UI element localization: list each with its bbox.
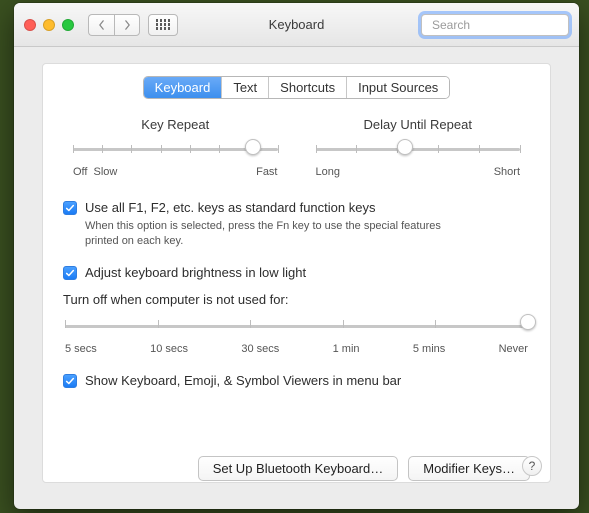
close-window-button[interactable]: [24, 19, 36, 31]
turnoff-5mins: 5 mins: [413, 343, 445, 355]
fn-keys-row: Use all F1, F2, etc. keys as standard fu…: [63, 200, 530, 215]
delay-short-label: Short: [494, 166, 520, 178]
delay-repeat-block: Delay Until Repeat Long Short: [316, 117, 521, 178]
nav-buttons: [88, 14, 140, 36]
tabs-row: Keyboard Text Shortcuts Input Sources: [63, 76, 530, 99]
search-input[interactable]: [432, 18, 579, 32]
keyboard-panel: Keyboard Text Shortcuts Input Sources Ke…: [42, 63, 551, 483]
turnoff-title: Turn off when computer is not used for:: [63, 292, 530, 307]
turnoff-1min: 1 min: [333, 343, 360, 355]
show-viewers-checkbox[interactable]: [63, 374, 77, 388]
forward-button[interactable]: [114, 14, 140, 36]
key-repeat-slider[interactable]: [73, 140, 278, 164]
fn-keys-label: Use all F1, F2, etc. keys as standard fu…: [85, 200, 375, 215]
turnoff-slider[interactable]: [65, 315, 528, 339]
chevron-left-icon: [98, 20, 105, 30]
tab-input-sources[interactable]: Input Sources: [347, 77, 449, 98]
chevron-right-icon: [124, 20, 131, 30]
fn-keys-checkbox[interactable]: [63, 201, 77, 215]
delay-long-label: Long: [316, 166, 340, 178]
fn-keys-hint: When this option is selected, press the …: [85, 219, 465, 249]
delay-repeat-labels: Long Short: [316, 166, 521, 178]
turnoff-10secs: 10 secs: [150, 343, 188, 355]
checkmark-icon: [65, 268, 75, 278]
window-controls: [24, 19, 74, 31]
back-button[interactable]: [88, 14, 114, 36]
content-area: Keyboard Text Shortcuts Input Sources Ke…: [14, 47, 579, 497]
minimize-window-button[interactable]: [43, 19, 55, 31]
checkmark-icon: [65, 376, 75, 386]
footer-buttons: Set Up Bluetooth Keyboard… Modifier Keys…: [63, 456, 530, 481]
checkmark-icon: [65, 203, 75, 213]
key-repeat-block: Key Repeat Off Slow Fast: [73, 117, 278, 178]
tab-segmented-control: Keyboard Text Shortcuts Input Sources: [143, 76, 451, 99]
show-all-button[interactable]: [148, 14, 178, 36]
tab-keyboard[interactable]: Keyboard: [144, 77, 223, 98]
show-viewers-row: Show Keyboard, Emoji, & Symbol Viewers i…: [63, 373, 530, 388]
tab-shortcuts[interactable]: Shortcuts: [269, 77, 347, 98]
preferences-window: Keyboard Keyboard Text Shortcuts Input S…: [14, 3, 579, 509]
bluetooth-keyboard-button[interactable]: Set Up Bluetooth Keyboard…: [198, 456, 399, 481]
key-repeat-slow-label: Slow: [93, 166, 117, 178]
turnoff-5secs: 5 secs: [65, 343, 97, 355]
turnoff-never: Never: [499, 343, 528, 355]
delay-repeat-title: Delay Until Repeat: [316, 117, 521, 132]
brightness-label: Adjust keyboard brightness in low light: [85, 265, 306, 280]
tab-text[interactable]: Text: [222, 77, 269, 98]
key-repeat-title: Key Repeat: [73, 117, 278, 132]
turnoff-30secs: 30 secs: [241, 343, 279, 355]
zoom-window-button[interactable]: [62, 19, 74, 31]
key-repeat-fast-label: Fast: [256, 166, 277, 178]
key-repeat-off-label: Off: [73, 166, 87, 178]
sliders-row: Key Repeat Off Slow Fast: [63, 117, 530, 178]
show-viewers-label: Show Keyboard, Emoji, & Symbol Viewers i…: [85, 373, 401, 388]
search-field[interactable]: [421, 14, 569, 36]
help-button[interactable]: ?: [522, 456, 542, 476]
brightness-checkbox[interactable]: [63, 266, 77, 280]
modifier-keys-button[interactable]: Modifier Keys…: [408, 456, 530, 481]
turnoff-labels: 5 secs 10 secs 30 secs 1 min 5 mins Neve…: [65, 343, 528, 355]
delay-repeat-slider[interactable]: [316, 140, 521, 164]
grid-icon: [156, 19, 171, 30]
key-repeat-labels: Off Slow Fast: [73, 166, 278, 178]
brightness-row: Adjust keyboard brightness in low light: [63, 265, 530, 280]
titlebar: Keyboard: [14, 3, 579, 47]
